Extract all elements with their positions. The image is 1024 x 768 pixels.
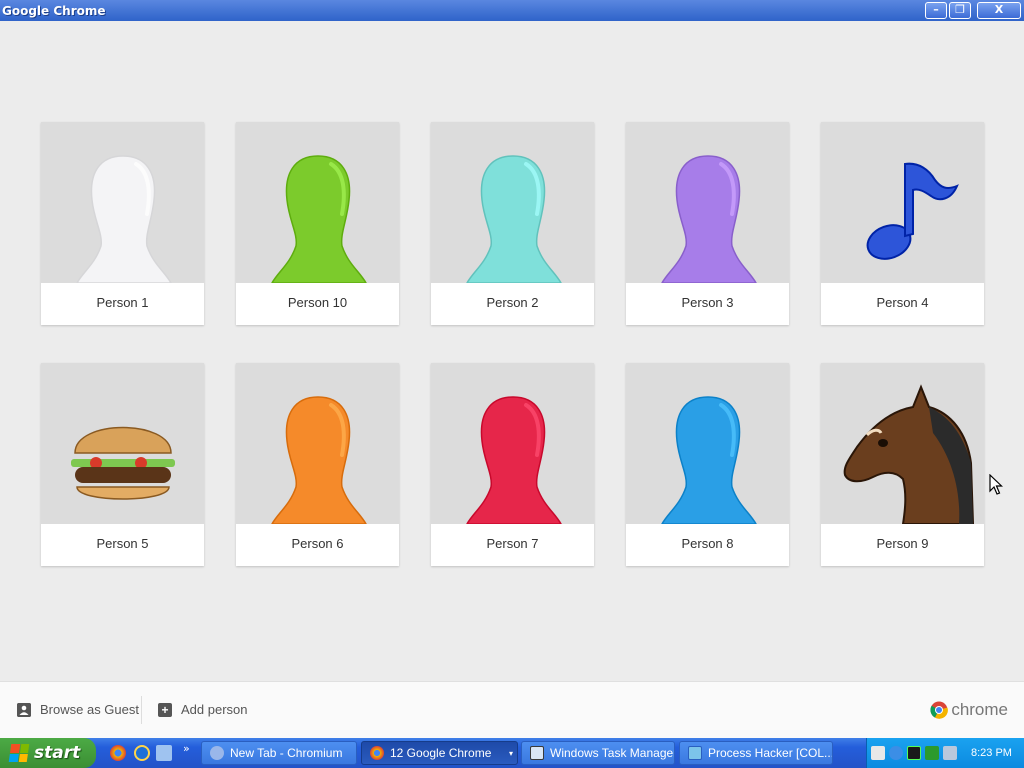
generic-person-icon bbox=[236, 122, 399, 283]
profile-name: Person 4 bbox=[876, 295, 929, 310]
windows-flag-icon bbox=[8, 744, 30, 762]
keyboard-tray-icon[interactable] bbox=[871, 746, 885, 760]
profile-name: Person 10 bbox=[287, 295, 348, 310]
add-icon: + bbox=[158, 702, 172, 717]
quicklaunch-more-icon[interactable]: » bbox=[183, 742, 190, 755]
footer-divider bbox=[141, 696, 142, 724]
profile-card-person-2[interactable]: Person 2 bbox=[431, 122, 594, 325]
browse-as-guest-button[interactable]: Browse as Guest bbox=[17, 702, 139, 717]
profile-card-person-9[interactable]: Person 9 bbox=[821, 363, 984, 566]
mouse-cursor-icon bbox=[989, 474, 1003, 495]
ie-quicklaunch-icon[interactable] bbox=[134, 745, 150, 761]
chrome-quicklaunch-icon[interactable] bbox=[110, 745, 126, 761]
virtualbox-quicklaunch-icon[interactable] bbox=[156, 745, 172, 761]
generic-person-avatar-art bbox=[466, 155, 562, 283]
start-button[interactable]: start bbox=[0, 738, 96, 768]
add-person-button[interactable]: + Add person bbox=[158, 702, 248, 717]
cpu-graph-tray-icon[interactable] bbox=[907, 746, 921, 760]
windows-taskbar: start » New Tab - Chromium 12 Google Chr… bbox=[0, 738, 1024, 768]
chrome-brand: chrome bbox=[930, 700, 1008, 720]
taskbar-clock: 8:23 PM bbox=[971, 747, 1012, 759]
music-note-icon bbox=[821, 122, 984, 283]
task-windows-task-manager[interactable]: Windows Task Manager bbox=[521, 741, 675, 765]
task-label: Windows Task Manager bbox=[550, 746, 675, 760]
task-manager-icon bbox=[530, 746, 544, 760]
task-process-hacker[interactable]: Process Hacker [COL... bbox=[679, 741, 833, 765]
start-label: start bbox=[34, 743, 81, 763]
profile-card-person-3[interactable]: Person 3 bbox=[626, 122, 789, 325]
profile-card-person-1[interactable]: Person 1 bbox=[41, 122, 204, 325]
chrome-icon bbox=[370, 746, 384, 760]
profile-card-person-5[interactable]: Person 5 bbox=[41, 363, 204, 566]
chrome-brand-label: chrome bbox=[951, 700, 1008, 719]
group-dropdown-icon: ▾ bbox=[508, 748, 513, 758]
task-new-tab-chromium[interactable]: New Tab - Chromium bbox=[201, 741, 357, 765]
browse-as-guest-label: Browse as Guest bbox=[40, 702, 139, 717]
profile-card-person-7[interactable]: Person 7 bbox=[431, 363, 594, 566]
hamburger-avatar-art bbox=[71, 426, 175, 500]
volume-tray-icon[interactable] bbox=[943, 746, 957, 760]
generic-person-avatar-art bbox=[76, 155, 172, 283]
horse-icon bbox=[821, 363, 984, 524]
profile-name: Person 5 bbox=[96, 536, 149, 551]
profile-name: Person 3 bbox=[681, 295, 734, 310]
chromium-icon bbox=[210, 746, 224, 760]
minimize-button[interactable]: – bbox=[925, 2, 947, 19]
generic-person-icon bbox=[236, 363, 399, 524]
system-tray: 8:23 PM bbox=[866, 738, 1024, 768]
profile-picker: Person 1 Person 10 Person 2 Person 3 Per… bbox=[0, 21, 1024, 681]
profile-card-person-10[interactable]: Person 10 bbox=[236, 122, 399, 325]
guest-person-icon bbox=[17, 702, 31, 717]
generic-person-icon bbox=[431, 122, 594, 283]
profile-name: Person 9 bbox=[876, 536, 929, 551]
process-hacker-icon bbox=[688, 746, 702, 760]
profile-card-person-6[interactable]: Person 6 bbox=[236, 363, 399, 566]
generic-person-icon bbox=[626, 363, 789, 524]
horse-avatar-art bbox=[843, 384, 975, 524]
restore-button[interactable]: ❐ bbox=[949, 2, 971, 19]
music-note-avatar-art bbox=[866, 162, 959, 260]
chrome-logo-icon bbox=[930, 701, 949, 719]
generic-person-avatar-art bbox=[661, 396, 757, 524]
generic-person-avatar-art bbox=[271, 155, 367, 283]
close-button[interactable]: X bbox=[977, 2, 1021, 19]
generic-person-avatar-art bbox=[661, 155, 757, 283]
task-label: 12 Google Chrome bbox=[390, 746, 492, 760]
network-tray-icon[interactable] bbox=[925, 746, 939, 760]
collapse-tray-icon[interactable] bbox=[889, 746, 903, 760]
profile-picker-footer: Browse as Guest + Add person chrome bbox=[0, 681, 1024, 738]
profile-card-person-4[interactable]: Person 4 bbox=[821, 122, 984, 325]
task-label: New Tab - Chromium bbox=[230, 746, 343, 760]
generic-person-icon bbox=[626, 122, 789, 283]
task-google-chrome-group[interactable]: 12 Google Chrome ▾ bbox=[361, 741, 518, 765]
profile-card-person-8[interactable]: Person 8 bbox=[626, 363, 789, 566]
task-label: Process Hacker [COL... bbox=[708, 746, 833, 760]
profile-name: Person 8 bbox=[681, 536, 734, 551]
window-title: Google Chrome bbox=[2, 3, 106, 18]
generic-person-icon bbox=[431, 363, 594, 524]
profile-name: Person 2 bbox=[486, 295, 539, 310]
hamburger-icon bbox=[41, 363, 204, 524]
generic-person-icon bbox=[41, 122, 204, 283]
generic-person-avatar-art bbox=[271, 396, 367, 524]
profile-name: Person 6 bbox=[291, 536, 344, 551]
add-person-label: Add person bbox=[181, 702, 248, 717]
generic-person-avatar-art bbox=[466, 396, 562, 524]
profile-name: Person 7 bbox=[486, 536, 539, 551]
window-titlebar[interactable]: Google Chrome – ❐ X bbox=[0, 0, 1024, 21]
profile-name: Person 1 bbox=[96, 295, 149, 310]
